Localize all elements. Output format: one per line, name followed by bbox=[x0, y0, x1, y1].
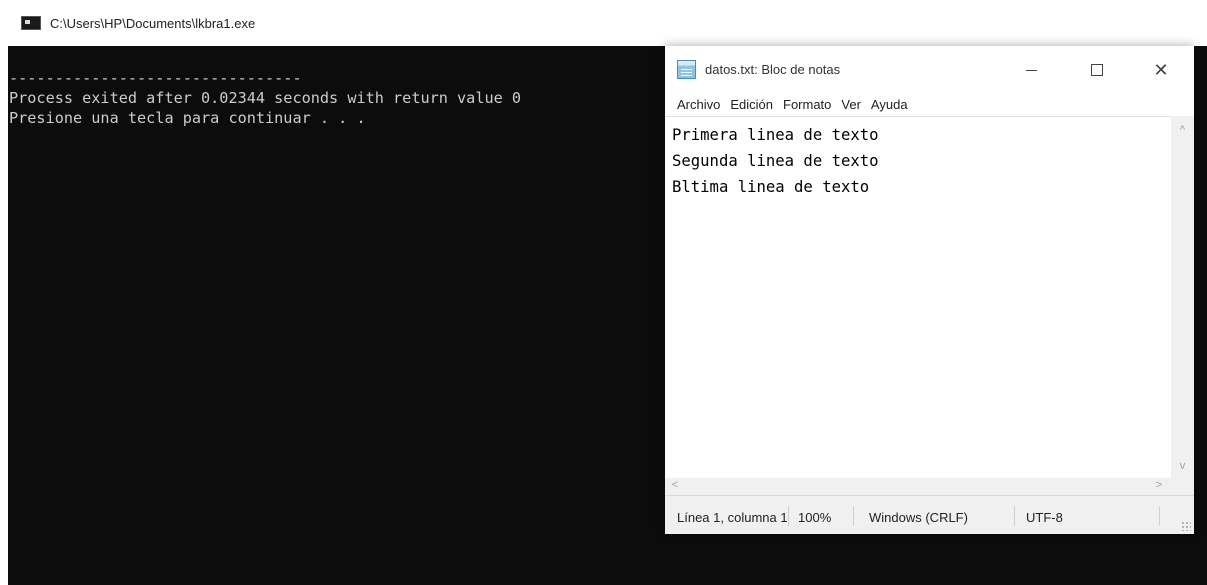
status-position: Línea 1, columna 1 bbox=[677, 510, 787, 525]
notepad-window[interactable]: datos.txt: Bloc de notas ✕ Archivo Edici… bbox=[665, 46, 1194, 534]
menu-ayuda[interactable]: Ayuda bbox=[871, 97, 908, 112]
status-zoom: 100% bbox=[798, 510, 832, 525]
status-divider bbox=[788, 506, 789, 526]
maximize-icon bbox=[1091, 64, 1103, 76]
scroll-down-icon[interactable]: v bbox=[1171, 460, 1194, 472]
close-icon: ✕ bbox=[1153, 59, 1169, 80]
menu-bar: Archivo Edición Formato Ver Ayuda bbox=[665, 92, 1194, 116]
status-divider bbox=[1014, 506, 1015, 526]
status-bar: Línea 1, columna 1 100% Windows (CRLF) U… bbox=[665, 495, 1194, 534]
vertical-scrollbar[interactable]: ^ v bbox=[1171, 116, 1194, 478]
scrollbar-corner bbox=[1171, 478, 1194, 495]
text-line: Bltima linea de texto bbox=[672, 178, 870, 196]
console-output: -------------------------------- Process… bbox=[9, 68, 521, 128]
scroll-left-icon[interactable]: < bbox=[669, 479, 681, 491]
close-button[interactable]: ✕ bbox=[1138, 56, 1184, 84]
minimize-icon bbox=[1025, 69, 1037, 71]
menu-formato[interactable]: Formato bbox=[783, 97, 831, 112]
menu-edicion[interactable]: Edición bbox=[730, 97, 773, 112]
console-line: Process exited after 0.02344 seconds wit… bbox=[9, 89, 522, 107]
text-line: Primera linea de texto bbox=[672, 126, 879, 144]
console-line: -------------------------------- bbox=[9, 69, 302, 87]
text-line: Segunda linea de texto bbox=[672, 152, 879, 170]
scroll-up-icon[interactable]: ^ bbox=[1171, 124, 1194, 136]
maximize-button[interactable] bbox=[1074, 56, 1120, 84]
text-editor-area[interactable]: Primera linea de texto Segunda linea de … bbox=[665, 116, 1171, 478]
notepad-title: datos.txt: Bloc de notas bbox=[705, 61, 841, 77]
status-line-ending: Windows (CRLF) bbox=[869, 510, 968, 525]
status-divider bbox=[853, 506, 854, 526]
minimize-button[interactable] bbox=[1008, 56, 1054, 84]
horizontal-scrollbar[interactable]: < > bbox=[665, 478, 1171, 495]
resize-grip-icon[interactable] bbox=[1181, 521, 1191, 531]
console-window-icon bbox=[21, 16, 41, 30]
scroll-right-icon[interactable]: > bbox=[1153, 479, 1165, 491]
document-text[interactable]: Primera linea de texto Segunda linea de … bbox=[665, 117, 1171, 200]
menu-ver[interactable]: Ver bbox=[841, 97, 861, 112]
status-divider bbox=[1159, 506, 1160, 526]
console-titlebar[interactable]: C:\Users\HP\Documents\lkbra1.exe bbox=[8, 0, 1207, 46]
console-line: Presione una tecla para continuar . . . bbox=[9, 109, 366, 127]
status-encoding: UTF-8 bbox=[1026, 510, 1063, 525]
notepad-icon bbox=[677, 59, 696, 79]
console-title: C:\Users\HP\Documents\lkbra1.exe bbox=[50, 15, 256, 31]
menu-archivo[interactable]: Archivo bbox=[677, 97, 720, 112]
